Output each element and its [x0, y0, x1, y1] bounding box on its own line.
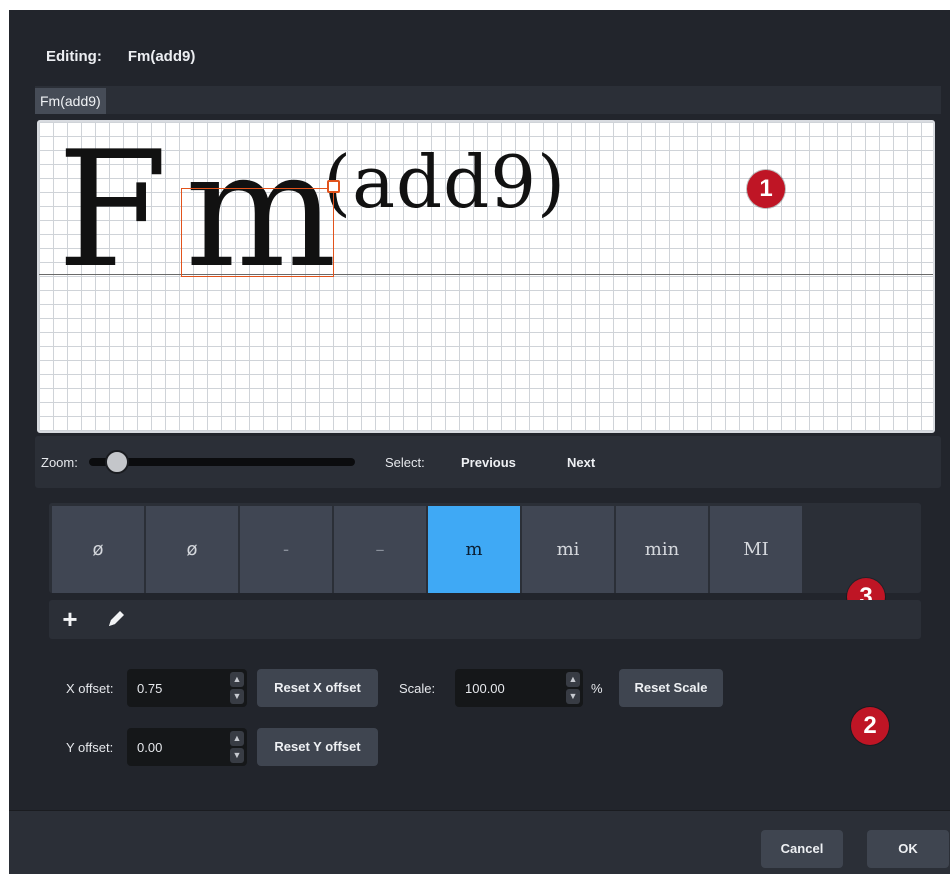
next-button[interactable]: Next	[567, 455, 595, 470]
selection-box	[181, 188, 334, 277]
chevron-down-icon[interactable]: ▼	[230, 748, 244, 763]
chevron-down-icon[interactable]: ▼	[230, 689, 244, 704]
reset-y-offset-button[interactable]: Reset Y offset	[257, 728, 378, 766]
editing-value: Fm(add9)	[127, 48, 196, 65]
y-offset-stepper[interactable]: ▲ ▼	[230, 731, 244, 763]
canvas-baseline	[39, 274, 933, 275]
chord-extension-glyph[interactable]: (add9)	[323, 146, 566, 218]
ok-button[interactable]: OK	[867, 830, 949, 868]
suffix-action-bar: +	[49, 600, 921, 639]
suffix-option-m[interactable]: m	[428, 506, 521, 593]
x-offset-field[interactable]: ▲ ▼	[127, 669, 247, 707]
zoom-select-bar: Zoom: Select: Previous Next	[35, 436, 941, 488]
zoom-label: Zoom:	[41, 455, 78, 470]
zoom-slider-thumb[interactable]	[105, 450, 129, 474]
chord-edit-canvas[interactable]: F m (add9)	[37, 120, 935, 433]
cancel-button[interactable]: Cancel	[761, 830, 843, 868]
x-offset-input[interactable]	[127, 669, 247, 707]
scale-unit: %	[591, 681, 603, 696]
chevron-up-icon[interactable]: ▲	[566, 672, 580, 687]
chevron-up-icon[interactable]: ▲	[230, 672, 244, 687]
suffix-option-hyphen[interactable]: -	[240, 506, 333, 593]
suffix-option-mi[interactable]: mi	[522, 506, 615, 593]
chevron-up-icon[interactable]: ▲	[230, 731, 244, 746]
x-offset-label: X offset:	[66, 681, 114, 696]
chord-root-glyph[interactable]: F	[57, 130, 168, 290]
x-offset-stepper[interactable]: ▲ ▼	[230, 672, 244, 704]
select-label: Select:	[385, 455, 425, 470]
pencil-icon[interactable]	[101, 604, 131, 634]
suffix-option-min[interactable]: min	[616, 506, 709, 593]
scale-stepper[interactable]: ▲ ▼	[566, 672, 580, 704]
suffix-option-dash[interactable]: –	[334, 506, 427, 593]
y-offset-input[interactable]	[127, 728, 247, 766]
scale-label: Scale:	[399, 681, 436, 696]
reset-x-offset-button[interactable]: Reset X offset	[257, 669, 378, 707]
dialog-footer: Cancel OK	[9, 810, 950, 874]
editing-header: Editing: Fm(add9)	[46, 48, 195, 65]
callout-badge-1: 1	[747, 170, 785, 208]
editing-label: Editing:	[46, 48, 102, 65]
previous-button[interactable]: Previous	[461, 455, 516, 470]
scale-field[interactable]: ▲ ▼	[455, 669, 583, 707]
y-offset-field[interactable]: ▲ ▼	[127, 728, 247, 766]
tab-fm-add9[interactable]: Fm(add9)	[35, 88, 106, 114]
y-offset-label: Y offset:	[66, 740, 114, 755]
suffix-options-panel: ø ø - – m mi min MI	[49, 503, 921, 593]
scale-input[interactable]	[455, 669, 583, 707]
chevron-down-icon[interactable]: ▼	[566, 689, 580, 704]
scale-handle[interactable]	[327, 180, 340, 193]
suffix-option-MI[interactable]: MI	[710, 506, 803, 593]
suffix-option-half-diminished-1[interactable]: ø	[52, 506, 145, 593]
callout-badge-2: 2	[851, 707, 889, 745]
component-tab-bar: Fm(add9)	[35, 86, 941, 114]
chord-symbol-editor-dialog: Editing: Fm(add9) Fm(add9) F m (add9) 1 Z…	[9, 10, 950, 874]
plus-icon[interactable]: +	[55, 604, 85, 634]
reset-scale-button[interactable]: Reset Scale	[619, 669, 723, 707]
suffix-option-half-diminished-2[interactable]: ø	[146, 506, 239, 593]
